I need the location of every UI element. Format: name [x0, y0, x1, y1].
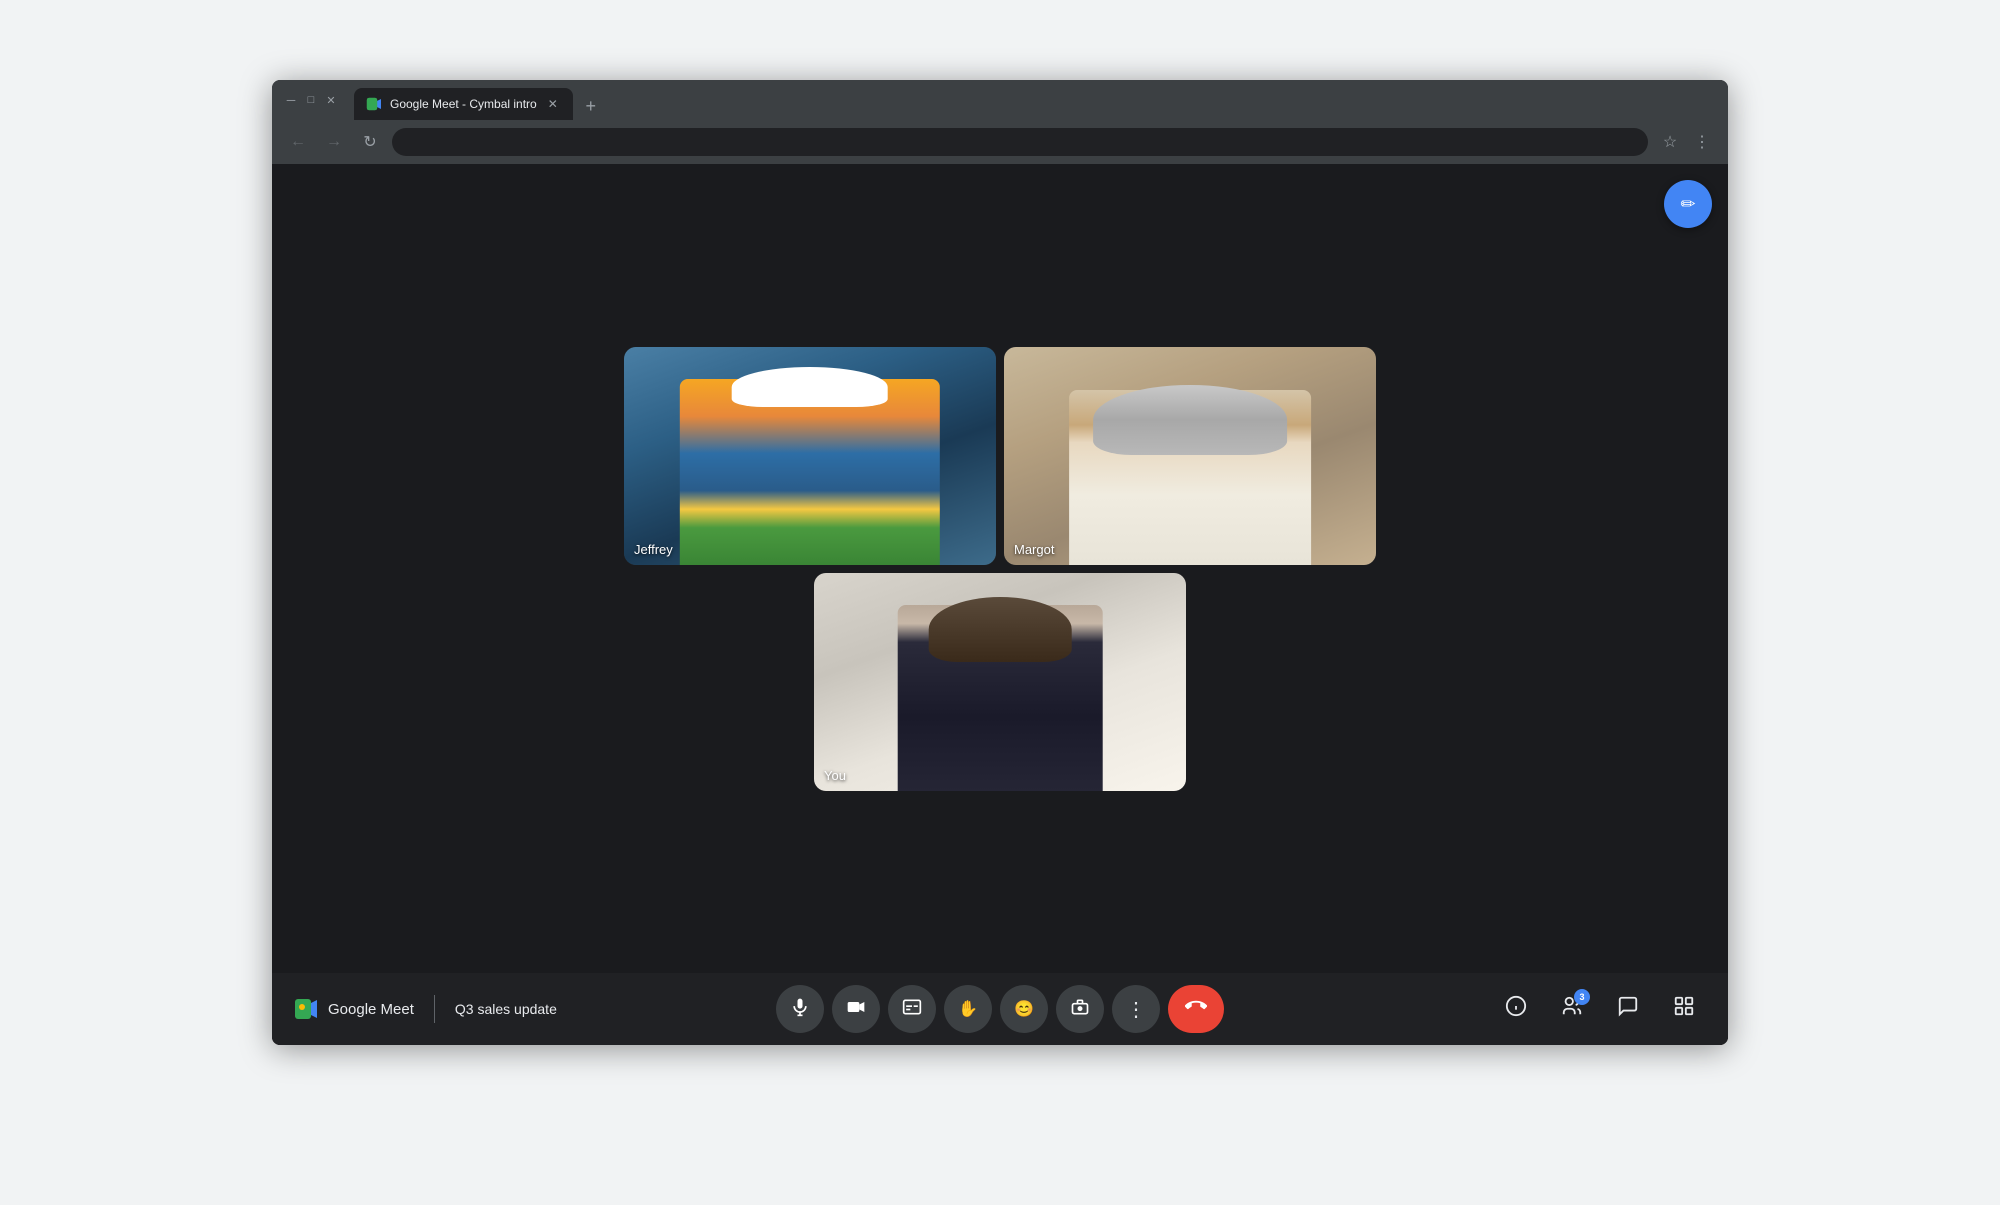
chat-button[interactable]: [1604, 985, 1652, 1033]
bottom-video-row: You: [814, 573, 1186, 791]
meet-right-controls: 3: [1354, 985, 1708, 1033]
jeffrey-label: Jeffrey: [634, 542, 673, 557]
bookmark-button[interactable]: ☆: [1656, 128, 1684, 156]
margot-video: [1004, 347, 1376, 565]
address-bar[interactable]: [392, 128, 1648, 156]
mic-icon: [790, 997, 810, 1022]
present-button[interactable]: [1056, 985, 1104, 1033]
captions-icon: [902, 997, 922, 1022]
forward-icon: →: [326, 133, 342, 151]
info-icon: [1505, 995, 1527, 1023]
tab-favicon: [366, 96, 382, 112]
bookmark-icon: ☆: [1663, 132, 1677, 152]
you-figure: [898, 605, 1103, 790]
raise-hand-button[interactable]: ✋: [944, 985, 992, 1033]
meet-meeting-title: Q3 sales update: [455, 1001, 557, 1017]
maximize-button[interactable]: □: [304, 93, 318, 107]
browser-navbar: ← → ↻ ☆ ⋮: [272, 120, 1728, 164]
you-label: You: [824, 768, 846, 783]
info-button[interactable]: [1492, 985, 1540, 1033]
active-tab[interactable]: Google Meet - Cymbal intro ✕: [354, 88, 573, 120]
video-grid: Jeffrey Margot: [272, 164, 1728, 973]
browser-menu-icon: ⋮: [1694, 132, 1710, 152]
edit-icon: ✏: [1680, 194, 1695, 215]
minimize-button[interactable]: ─: [284, 93, 298, 107]
you-video: [814, 573, 1186, 791]
video-tile-you: You: [814, 573, 1186, 791]
emoji-button[interactable]: 😊: [1000, 985, 1048, 1033]
meet-logo: [292, 995, 320, 1023]
end-call-button[interactable]: [1168, 985, 1224, 1033]
new-tab-button[interactable]: +: [577, 92, 605, 120]
camera-button[interactable]: [832, 985, 880, 1033]
participant-count-badge: 3: [1574, 989, 1590, 1005]
maximize-icon: □: [308, 94, 315, 106]
meet-separator: [434, 995, 435, 1023]
camera-icon: [846, 997, 866, 1022]
close-button[interactable]: ✕: [324, 93, 338, 107]
nav-right-icons: ☆ ⋮: [1656, 128, 1716, 156]
activities-button[interactable]: [1660, 985, 1708, 1033]
more-options-icon: ⋮: [1126, 997, 1146, 1022]
browser-menu-button[interactable]: ⋮: [1688, 128, 1716, 156]
minimize-icon: ─: [287, 93, 296, 107]
reload-button[interactable]: ↻: [356, 128, 384, 156]
back-icon: ←: [290, 133, 306, 151]
browser-content: ✏ Jeffrey: [272, 164, 1728, 1045]
video-tile-margot: Margot: [1004, 347, 1376, 565]
mic-button[interactable]: [776, 985, 824, 1033]
browser-window: ─ □ ✕ Google Meet - Cymbal int: [272, 80, 1728, 1045]
video-tile-jeffrey: Jeffrey: [624, 347, 996, 565]
meet-app-name: Google Meet: [328, 1001, 414, 1018]
window-controls: ─ □ ✕: [284, 93, 338, 107]
reload-icon: ↻: [363, 132, 376, 152]
emoji-icon: 😊: [1014, 999, 1034, 1019]
browser-titlebar: ─ □ ✕ Google Meet - Cymbal int: [272, 80, 1728, 120]
back-button[interactable]: ←: [284, 128, 312, 156]
meet-area: ✏ Jeffrey: [272, 164, 1728, 973]
meet-bottom-bar: Google Meet Q3 sales update: [272, 973, 1728, 1045]
present-icon: [1070, 997, 1090, 1022]
raise-hand-icon: ✋: [958, 999, 978, 1019]
meet-controls: ✋ 😊 ⋮: [646, 985, 1354, 1033]
top-video-row: Jeffrey Margot: [624, 347, 1376, 565]
tab-title: Google Meet - Cymbal intro: [390, 97, 537, 111]
end-call-icon: [1185, 995, 1207, 1023]
chat-icon: [1617, 995, 1639, 1023]
edit-button[interactable]: ✏: [1664, 180, 1712, 228]
tab-bar: Google Meet - Cymbal intro ✕ +: [354, 80, 1716, 120]
jeffrey-figure: [680, 379, 940, 564]
activities-icon: [1673, 995, 1695, 1023]
margot-label: Margot: [1014, 542, 1054, 557]
captions-button[interactable]: [888, 985, 936, 1033]
jeffrey-video: [624, 347, 996, 565]
close-icon: ✕: [326, 94, 335, 107]
tab-close-button[interactable]: ✕: [545, 96, 561, 112]
participants-wrapper: 3: [1548, 985, 1596, 1033]
forward-button[interactable]: →: [320, 128, 348, 156]
more-options-button[interactable]: ⋮: [1112, 985, 1160, 1033]
meet-branding: Google Meet Q3 sales update: [292, 995, 646, 1023]
margot-figure: [1069, 390, 1311, 564]
